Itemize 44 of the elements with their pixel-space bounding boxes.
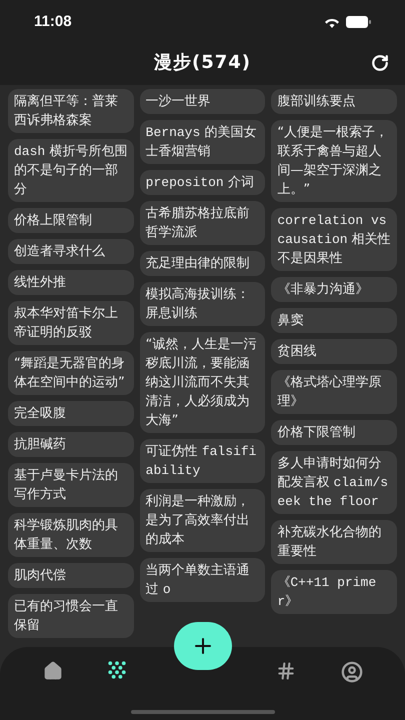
topic-card[interactable]: Bernays 的美国女士香烟营销 <box>140 120 266 164</box>
add-button[interactable] <box>174 622 232 670</box>
topic-card[interactable]: 可证伪性 falsifiability <box>140 439 266 483</box>
topic-card[interactable]: “人便是一根索子，联系于禽兽与超人间—架空于深渊之上。” <box>271 120 398 202</box>
topic-card[interactable]: 利润是一种激励，是为了高效率付出的成本 <box>140 489 266 552</box>
topic-card[interactable]: prepositon 介词 <box>140 170 266 195</box>
topic-card[interactable]: 科学锻炼肌肉的具体重量、次数 <box>8 513 134 557</box>
topic-card[interactable]: 模拟高海拔训练：屏息训练 <box>140 282 266 326</box>
topic-card[interactable]: 肌肉代偿 <box>8 563 134 588</box>
topic-card[interactable]: 《非暴力沟通》 <box>271 277 398 302</box>
topic-card[interactable]: 基于卢曼卡片法的写作方式 <box>8 463 134 507</box>
topic-card[interactable]: 价格下限管制 <box>271 420 398 445</box>
topic-card[interactable]: correlation vs causation 相关性不是因果性 <box>271 208 398 271</box>
hash-icon[interactable] <box>276 661 296 681</box>
battery-icon <box>346 16 371 28</box>
wifi-icon <box>324 16 340 28</box>
topic-card[interactable]: 《C++11 primer》 <box>271 570 398 614</box>
topic-card[interactable]: 鼻窦 <box>271 308 398 333</box>
topic-card[interactable]: 抗胆碱药 <box>8 432 134 457</box>
topic-card[interactable]: 多人申请时如何分配发言权 claim/seek the floor <box>271 451 398 514</box>
topic-card[interactable]: dash 横折号所包围的不是句子的一部分 <box>8 139 134 202</box>
dots-icon[interactable] <box>108 661 126 679</box>
topic-card[interactable]: 腹部训练要点 <box>271 89 398 114</box>
topic-card[interactable]: 价格上限管制 <box>8 208 134 233</box>
topic-card[interactable]: 充足理由律的限制 <box>140 251 266 276</box>
profile-icon[interactable] <box>340 661 362 683</box>
page-title: 漫步(574) <box>154 51 252 75</box>
status-time: 11:08 <box>34 12 72 32</box>
topic-card[interactable]: 古希腊苏格拉底前哲学流派 <box>140 201 266 245</box>
topic-card[interactable]: 贫困线 <box>271 339 398 364</box>
topic-card[interactable]: 线性外推 <box>8 270 134 295</box>
topic-card[interactable]: 一沙一世界 <box>140 89 266 114</box>
topic-card[interactable]: 补充碳水化合物的重要性 <box>271 520 398 564</box>
topic-card[interactable]: “舞蹈是无器官的身体在空间中的运动” <box>8 351 134 395</box>
refresh-icon[interactable] <box>371 54 389 72</box>
topic-card[interactable]: 《格式塔心理学原理》 <box>271 370 398 414</box>
topic-card[interactable]: 叔本华对笛卡尔上帝证明的反驳 <box>8 301 134 345</box>
topic-card[interactable]: “诚然，人生是一污秽底川流，要能涵纳这川流而不失其清洁，人必须成为大海” <box>140 332 266 433</box>
topic-card[interactable]: 完全吸腹 <box>8 401 134 426</box>
home-icon[interactable] <box>42 661 62 681</box>
topic-card[interactable]: 隔离但平等：普莱西诉弗格森案 <box>8 89 134 133</box>
topic-card[interactable]: 创造者寻求什么 <box>8 239 134 264</box>
topic-card[interactable]: 当两个单数主语通过 o <box>140 558 266 602</box>
topic-card[interactable]: 已有的习惯会一直保留 <box>8 594 134 638</box>
